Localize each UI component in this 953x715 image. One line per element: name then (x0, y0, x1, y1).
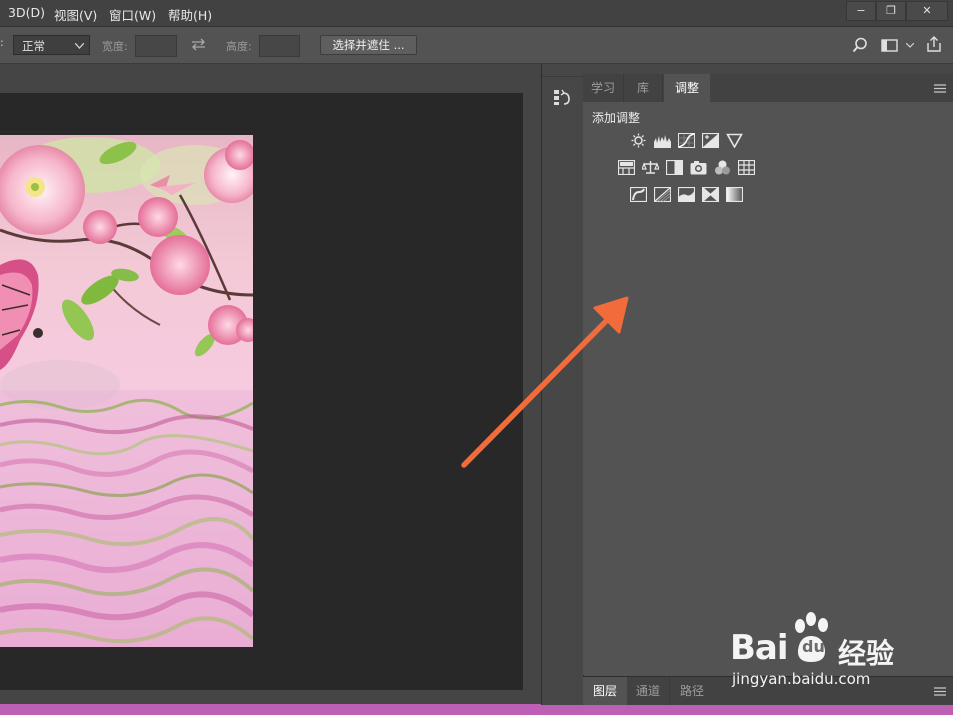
workspace-icon[interactable] (881, 39, 899, 53)
panel-menu-icon[interactable] (934, 84, 946, 93)
hue-saturation-icon[interactable] (618, 160, 635, 175)
curves-icon[interactable] (678, 133, 695, 148)
watermark-brand: Bai (730, 628, 789, 668)
options-bar: : 正常 宽度: 高度: 选择并遮住 ... (0, 27, 953, 64)
strip-divider (542, 76, 583, 77)
select-and-mask-button[interactable]: 选择并遮住 ... (320, 35, 417, 55)
color-balance-icon[interactable] (642, 160, 659, 175)
watermark-du: du (802, 637, 825, 656)
tab-paths[interactable]: 路径 (670, 677, 714, 705)
chevron-down-icon (75, 43, 84, 49)
document-tab-strip (0, 64, 541, 94)
tab-channels[interactable]: 通道 (627, 677, 670, 705)
menu-bar: 3D(D) 视图(V) 窗口(W) 帮助(H) − ❐ ✕ (0, 0, 953, 27)
mode-select[interactable]: 正常 (13, 35, 90, 55)
tab-adjustments[interactable]: 调整 (664, 74, 710, 102)
invert-icon[interactable] (630, 187, 647, 202)
minimize-button[interactable]: − (846, 1, 876, 21)
adjustments-panel: 添加调整 (583, 103, 953, 675)
panel-tab-bar: 学习 库 调整 (583, 74, 953, 103)
watermark-product: 经验 (838, 637, 895, 670)
channel-mixer-icon[interactable] (714, 160, 731, 175)
horizontal-scrollbar[interactable] (0, 690, 541, 704)
adjustments-title: 添加调整 (592, 111, 641, 125)
selective-color-icon[interactable] (702, 187, 719, 202)
black-white-icon[interactable] (666, 160, 683, 175)
exposure-icon[interactable] (702, 133, 719, 148)
height-label: 高度: (226, 40, 252, 53)
gradient-map-icon[interactable] (726, 187, 743, 202)
workspace-chevron-icon[interactable] (906, 43, 914, 49)
height-field[interactable] (259, 35, 300, 57)
annotation-arrow (461, 296, 629, 468)
levels-icon[interactable] (654, 133, 671, 148)
vibrance-icon[interactable] (726, 133, 743, 148)
panel-header (583, 64, 953, 74)
history-icon[interactable] (553, 89, 572, 106)
color-lookup-icon[interactable] (738, 160, 755, 175)
tab-libraries[interactable]: 库 (624, 74, 663, 102)
threshold-icon[interactable] (678, 187, 695, 202)
brightness-contrast-icon[interactable] (630, 133, 647, 148)
photo-filter-icon[interactable] (690, 160, 707, 175)
posterize-icon[interactable] (654, 187, 671, 202)
swap-icon[interactable] (191, 38, 206, 51)
menu-view[interactable]: 视图(V) (54, 5, 97, 24)
menu-help[interactable]: 帮助(H) (168, 5, 212, 24)
close-button[interactable]: ✕ (906, 1, 948, 21)
tab-layers[interactable]: 图层 (583, 677, 627, 705)
width-field[interactable] (135, 35, 177, 57)
search-icon[interactable] (852, 37, 868, 53)
width-label: 宽度: (102, 40, 128, 53)
menu-3d[interactable]: 3D(D) (8, 5, 45, 20)
share-icon[interactable] (926, 36, 942, 53)
status-bar (0, 704, 953, 715)
baidu-watermark: Bai du 经验 jingyan.baidu.com (722, 610, 942, 690)
menu-window[interactable]: 窗口(W) (109, 5, 156, 24)
tab-learn[interactable]: 学习 (583, 74, 624, 102)
watermark-url: jingyan.baidu.com (732, 670, 871, 688)
canvas-image[interactable] (0, 135, 253, 647)
mode-colon: : (0, 36, 4, 49)
mode-value: 正常 (22, 39, 45, 53)
restore-button[interactable]: ❐ (876, 1, 906, 21)
